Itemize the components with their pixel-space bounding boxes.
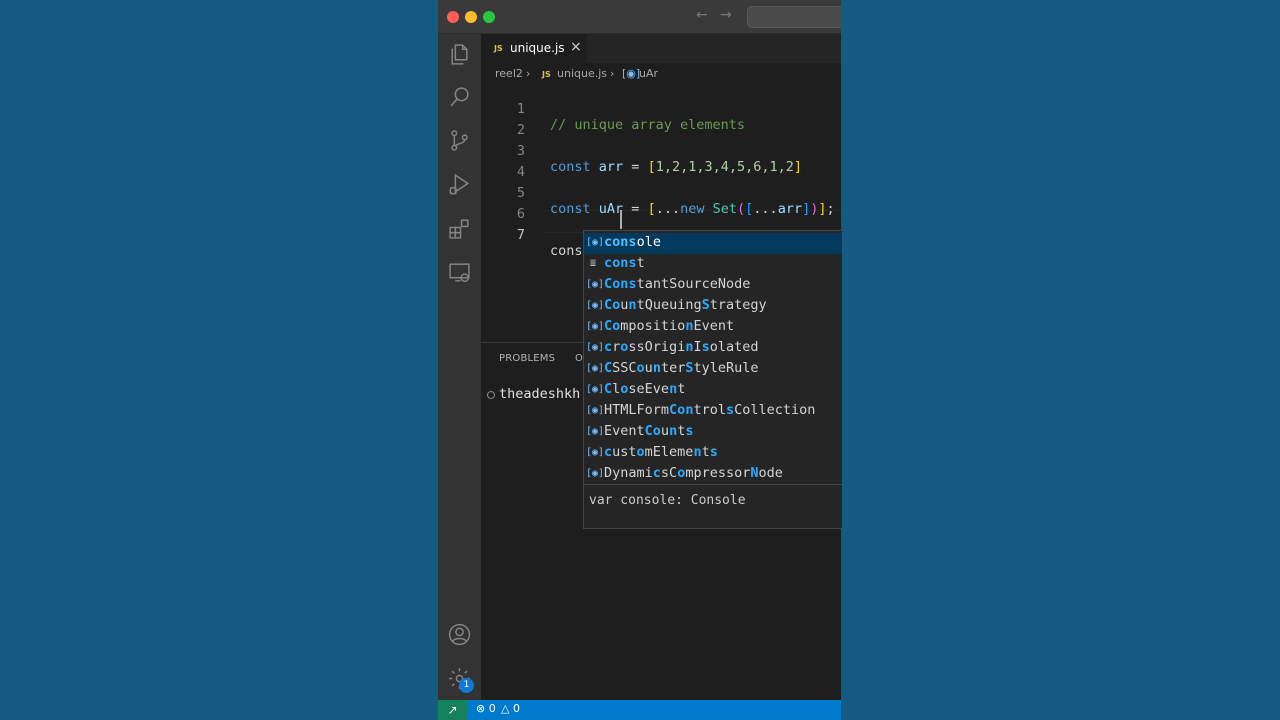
suggestion-label: ConstantSourceNode [604, 276, 751, 292]
variable-icon: [◉] [622, 67, 641, 80]
suggest-widget: [◉] console ≣ const [◉] ConstantSourceNode [◉]… [583, 230, 842, 529]
terminal-prompt[interactable]: theadeshkh [499, 386, 580, 402]
suggestion-item[interactable]: [◉] console [584, 233, 842, 254]
variable-icon: [◉] [586, 363, 605, 374]
code-line[interactable]: 6 [481, 190, 841, 222]
close-window-button[interactable] [447, 11, 459, 23]
suggestion-item[interactable]: [◉] CSSCounterStyleRule [584, 359, 842, 380]
extensions-icon[interactable] [447, 216, 472, 241]
chevron-right-icon: › [610, 67, 615, 80]
title-bar: ← → [438, 0, 841, 34]
variable-icon: [◉] [586, 300, 605, 311]
suggestion-label: CountQueuingStrategy [604, 297, 767, 313]
status-warnings[interactable]: △ 0 [501, 702, 520, 715]
status-errors[interactable]: ⊗ 0 [476, 702, 496, 715]
suggestion-label: console [604, 234, 661, 250]
tab-problems[interactable]: PROBLEMS [499, 353, 555, 364]
text-cursor [620, 210, 622, 229]
desktop-background-right [841, 0, 1280, 720]
breadcrumb-file[interactable]: unique.js [557, 67, 607, 80]
suggestion-label: CSSCounterStyleRule [604, 360, 759, 376]
variable-icon: [◉] [586, 237, 605, 248]
close-icon[interactable]: × [570, 39, 582, 55]
suggestion-label: const [604, 255, 645, 271]
suggestion-item[interactable]: [◉] CompositionEvent [584, 317, 842, 338]
tab-bar: JS unique.js × [481, 34, 841, 64]
search-icon[interactable] [447, 85, 472, 110]
suggestion-item[interactable]: [◉] HTMLFormControlsCollection [584, 401, 842, 422]
js-file-icon: JS [494, 44, 503, 53]
desktop-background-left [0, 0, 438, 720]
remote-explorer-icon[interactable] [447, 260, 472, 285]
code-line[interactable]: 7 cons [481, 211, 841, 259]
code-line[interactable]: 5 const uAr = [...new Set([...arr])]; [481, 169, 841, 217]
suggestion-item[interactable]: [◉] DynamicsCompressorNode [584, 464, 842, 485]
line-number: 7 [516, 227, 525, 243]
remote-indicator-icon[interactable]: ↗ [438, 700, 467, 720]
files-icon[interactable] [447, 42, 472, 67]
tab-unique-js[interactable]: JS unique.js × [481, 34, 587, 64]
suggestion-label: crossOriginIsolated [604, 339, 759, 355]
variable-icon: [◉] [586, 447, 605, 458]
status-bar: ↗ ⊗ 0 △ 0 [438, 700, 841, 720]
code-line[interactable]: 4 [481, 148, 841, 180]
suggestion-detail-text: var console: Console [589, 493, 746, 508]
suggestion-item[interactable]: [◉] crossOriginIsolated [584, 338, 842, 359]
breadcrumb-folder[interactable]: reel2 [495, 67, 523, 80]
suggestion-label: CloseEvent [604, 381, 686, 397]
tab-label: unique.js [510, 41, 565, 55]
suggestion-item[interactable]: ≣ const [584, 254, 842, 275]
command-center-search[interactable] [747, 6, 841, 28]
typed-text: cons [550, 243, 583, 259]
code-line[interactable]: 1 // unique array elements [481, 85, 841, 133]
suggestion-item[interactable]: [◉] CountQueuingStrategy [584, 296, 842, 317]
maximize-window-button[interactable] [483, 11, 495, 23]
code-line[interactable]: 3 const arr = [1,2,1,3,4,5,6,1,2] [481, 127, 841, 175]
source-control-icon[interactable] [447, 128, 472, 153]
suggestion-label: EventCounts [604, 423, 694, 439]
suggestion-item[interactable]: [◉] EventCounts [584, 422, 842, 443]
variable-icon: [◉] [586, 342, 605, 353]
warning-count: 0 [512, 702, 520, 715]
suggestion-label: HTMLFormControlsCollection [604, 402, 816, 418]
terminal-status-icon [487, 391, 495, 399]
js-file-icon: JS [542, 70, 551, 79]
account-icon[interactable] [447, 622, 472, 647]
error-count: 0 [488, 702, 496, 715]
variable-icon: [◉] [586, 384, 605, 395]
forward-arrow-icon[interactable]: → [720, 7, 732, 23]
tab-output[interactable]: O [575, 353, 583, 364]
variable-icon: [◉] [586, 426, 605, 437]
code-line[interactable]: 2 [481, 106, 841, 138]
suggestion-label: DynamicsCompressorNode [604, 465, 783, 481]
variable-icon: [◉] [586, 321, 605, 332]
chevron-right-icon: › [526, 67, 531, 80]
settings-update-badge: 1 [459, 678, 474, 693]
keyword-icon: ≣ [589, 258, 597, 269]
suggestion-label: customElements [604, 444, 718, 460]
suggestion-label: CompositionEvent [604, 318, 735, 334]
variable-icon: [◉] [586, 468, 605, 479]
suggestion-item[interactable]: [◉] CloseEvent [584, 380, 842, 401]
minimize-window-button[interactable] [465, 11, 477, 23]
variable-icon: [◉] [586, 279, 605, 290]
suggestion-item[interactable]: [◉] customElements [584, 443, 842, 464]
back-arrow-icon[interactable]: ← [696, 7, 708, 23]
breadcrumb-symbol[interactable]: uAr [639, 67, 658, 80]
run-debug-icon[interactable] [447, 172, 472, 197]
suggestion-details: var console: Console [584, 484, 842, 528]
activity-bar: 1 [438, 34, 481, 700]
suggestion-item[interactable]: [◉] ConstantSourceNode [584, 275, 842, 296]
variable-icon: [◉] [586, 405, 605, 416]
